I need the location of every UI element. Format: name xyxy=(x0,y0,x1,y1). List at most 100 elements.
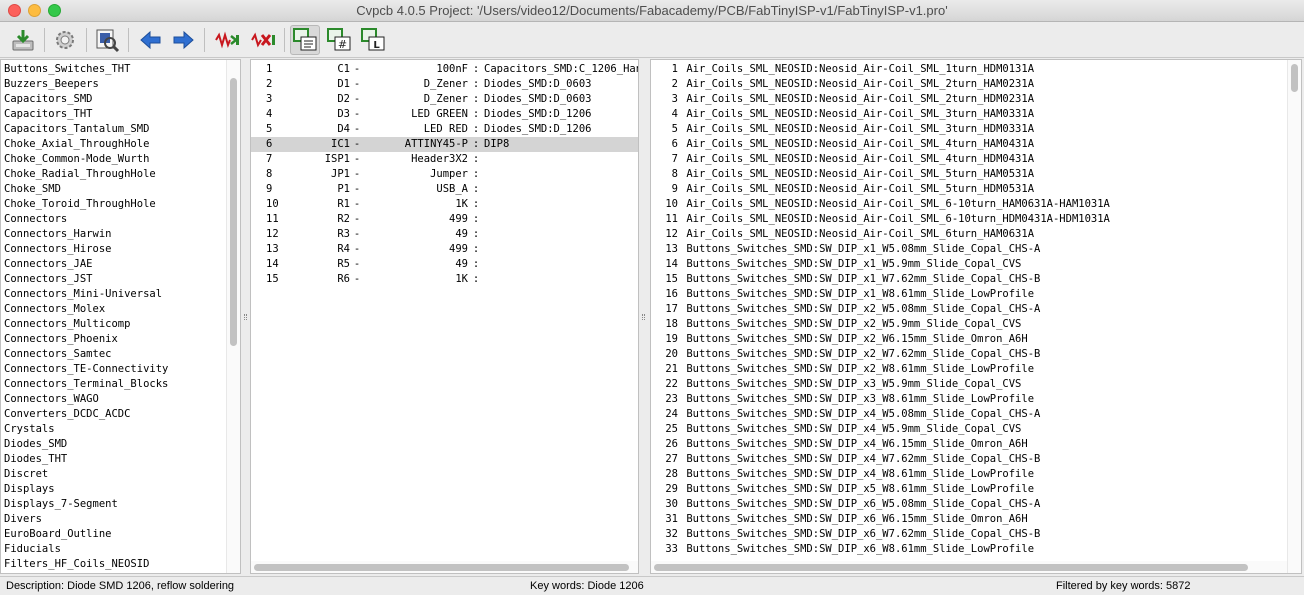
library-item[interactable]: Buzzers_Beepers xyxy=(1,77,240,92)
library-item[interactable]: Connectors_TE-Connectivity xyxy=(1,362,240,377)
component-row[interactable]: 2 D1- D_Zener: Diodes_SMD:D_0603 xyxy=(251,77,638,92)
footprint-item[interactable]: 12 Air_Coils_SML_NEOSID:Neosid_Air-Coil_… xyxy=(651,227,1301,242)
footprint-item[interactable]: 18 Buttons_Switches_SMD:SW_DIP_x2_W5.9mm… xyxy=(651,317,1301,332)
component-row[interactable]: 6 IC1- ATTINY45-P: DIP8 xyxy=(251,137,638,152)
footprint-item[interactable]: 22 Buttons_Switches_SMD:SW_DIP_x3_W5.9mm… xyxy=(651,377,1301,392)
auto-associate-button[interactable] xyxy=(212,25,242,55)
library-item[interactable]: Connectors_WAGO xyxy=(1,392,240,407)
library-item[interactable]: Converters_DCDC_ACDC xyxy=(1,407,240,422)
save-netlist-button[interactable] xyxy=(8,25,38,55)
footprint-item[interactable]: 9 Air_Coils_SML_NEOSID:Neosid_Air-Coil_S… xyxy=(651,182,1301,197)
footprint-item[interactable]: 20 Buttons_Switches_SMD:SW_DIP_x2_W7.62m… xyxy=(651,347,1301,362)
view-footprint-button[interactable] xyxy=(92,25,122,55)
library-item[interactable]: Capacitors_SMD xyxy=(1,92,240,107)
component-hscroll-thumb[interactable] xyxy=(254,564,629,571)
component-row[interactable]: 9 P1- USB_A: xyxy=(251,182,638,197)
component-row[interactable]: 15 R6- 1K: xyxy=(251,272,638,287)
footprint-item[interactable]: 2 Air_Coils_SML_NEOSID:Neosid_Air-Coil_S… xyxy=(651,77,1301,92)
footprint-list[interactable]: 1 Air_Coils_SML_NEOSID:Neosid_Air-Coil_S… xyxy=(650,59,1302,574)
filter-library-button[interactable]: L xyxy=(358,25,388,55)
footprint-item[interactable]: 7 Air_Coils_SML_NEOSID:Neosid_Air-Coil_S… xyxy=(651,152,1301,167)
right-splitter[interactable] xyxy=(639,59,648,574)
component-row[interactable]: 12 R3- 49: xyxy=(251,227,638,242)
library-item[interactable]: Choke_Radial_ThroughHole xyxy=(1,167,240,182)
footprint-item[interactable]: 23 Buttons_Switches_SMD:SW_DIP_x3_W8.61m… xyxy=(651,392,1301,407)
component-list[interactable]: 1C1-100nF:Capacitors_SMD:C_1206_HandSold… xyxy=(250,59,639,574)
component-row[interactable]: 13 R4- 499: xyxy=(251,242,638,257)
library-item[interactable]: Fiducials xyxy=(1,542,240,557)
component-hscrollbar[interactable] xyxy=(251,561,638,573)
footprint-item[interactable]: 10 Air_Coils_SML_NEOSID:Neosid_Air-Coil_… xyxy=(651,197,1301,212)
footprint-item[interactable]: 19 Buttons_Switches_SMD:SW_DIP_x2_W6.15m… xyxy=(651,332,1301,347)
library-item[interactable]: Displays_7-Segment xyxy=(1,497,240,512)
library-item[interactable]: Choke_Toroid_ThroughHole xyxy=(1,197,240,212)
library-item[interactable]: Connectors_Molex xyxy=(1,302,240,317)
footprint-item[interactable]: 11 Air_Coils_SML_NEOSID:Neosid_Air-Coil_… xyxy=(651,212,1301,227)
component-row[interactable]: 1 C1- 100nF: Capacitors_SMD:C_1206_HandSold… xyxy=(251,62,638,77)
library-item[interactable]: Connectors_Multicomp xyxy=(1,317,240,332)
library-item[interactable]: Connectors_Phoenix xyxy=(1,332,240,347)
component-row[interactable]: 4 D3- LED GREEN: Diodes_SMD:D_1206 xyxy=(251,107,638,122)
footprint-item[interactable]: 3 Air_Coils_SML_NEOSID:Neosid_Air-Coil_S… xyxy=(651,92,1301,107)
library-item[interactable]: Buttons_Switches_THT xyxy=(1,62,240,77)
library-scrollbar[interactable] xyxy=(226,60,240,573)
library-item[interactable]: Connectors_Hirose xyxy=(1,242,240,257)
left-splitter[interactable] xyxy=(241,59,250,574)
component-row[interactable]: 7 ISP1- Header3X2: xyxy=(251,152,638,167)
footprint-item[interactable]: 4 Air_Coils_SML_NEOSID:Neosid_Air-Coil_S… xyxy=(651,107,1301,122)
library-item[interactable]: Discret xyxy=(1,467,240,482)
library-item[interactable]: Connectors_JST xyxy=(1,272,240,287)
footprint-item[interactable]: 30 Buttons_Switches_SMD:SW_DIP_x6_W5.08m… xyxy=(651,497,1301,512)
component-row[interactable]: 10 R1- 1K: xyxy=(251,197,638,212)
footprint-item[interactable]: 5 Air_Coils_SML_NEOSID:Neosid_Air-Coil_S… xyxy=(651,122,1301,137)
footprint-scroll-thumb[interactable] xyxy=(1291,64,1298,92)
library-list[interactable]: Buttons_Switches_THT Buzzers_Beepers Capac… xyxy=(0,59,241,574)
component-row[interactable]: 8 JP1- Jumper: xyxy=(251,167,638,182)
footprint-item[interactable]: 1 Air_Coils_SML_NEOSID:Neosid_Air-Coil_S… xyxy=(651,62,1301,77)
component-row[interactable]: 5 D4- LED RED: Diodes_SMD:D_1206 xyxy=(251,122,638,137)
footprint-scrollbar[interactable] xyxy=(1287,60,1301,573)
library-item[interactable]: Choke_Common-Mode_Wurth xyxy=(1,152,240,167)
footprint-item[interactable]: 29 Buttons_Switches_SMD:SW_DIP_x5_W8.61m… xyxy=(651,482,1301,497)
previous-button[interactable] xyxy=(136,25,166,55)
library-scroll-thumb[interactable] xyxy=(230,78,237,346)
footprint-item[interactable]: 32 Buttons_Switches_SMD:SW_DIP_x6_W7.62m… xyxy=(651,527,1301,542)
settings-button[interactable] xyxy=(50,25,80,55)
component-row[interactable]: 11 R2- 499: xyxy=(251,212,638,227)
footprint-hscrollbar[interactable] xyxy=(651,561,1287,573)
library-item[interactable]: Connectors_Samtec xyxy=(1,347,240,362)
footprint-item[interactable]: 31 Buttons_Switches_SMD:SW_DIP_x6_W6.15m… xyxy=(651,512,1301,527)
footprint-item[interactable]: 25 Buttons_Switches_SMD:SW_DIP_x4_W5.9mm… xyxy=(651,422,1301,437)
footprint-item[interactable]: 26 Buttons_Switches_SMD:SW_DIP_x4_W6.15m… xyxy=(651,437,1301,452)
filter-keywords-button[interactable] xyxy=(290,25,320,55)
library-item[interactable]: Diodes_SMD xyxy=(1,437,240,452)
library-item[interactable]: Choke_SMD xyxy=(1,182,240,197)
component-row[interactable]: 14 R5- 49: xyxy=(251,257,638,272)
library-item[interactable]: Connectors_Terminal_Blocks xyxy=(1,377,240,392)
library-item[interactable]: Divers xyxy=(1,512,240,527)
footprint-item[interactable]: 28 Buttons_Switches_SMD:SW_DIP_x4_W8.61m… xyxy=(651,467,1301,482)
footprint-item[interactable]: 14 Buttons_Switches_SMD:SW_DIP_x1_W5.9mm… xyxy=(651,257,1301,272)
footprint-item[interactable]: 8 Air_Coils_SML_NEOSID:Neosid_Air-Coil_S… xyxy=(651,167,1301,182)
footprint-item[interactable]: 33 Buttons_Switches_SMD:SW_DIP_x6_W8.61m… xyxy=(651,542,1301,557)
next-button[interactable] xyxy=(168,25,198,55)
library-item[interactable]: Capacitors_Tantalum_SMD xyxy=(1,122,240,137)
footprint-item[interactable]: 27 Buttons_Switches_SMD:SW_DIP_x4_W7.62m… xyxy=(651,452,1301,467)
footprint-item[interactable]: 24 Buttons_Switches_SMD:SW_DIP_x4_W5.08m… xyxy=(651,407,1301,422)
library-item[interactable]: Choke_Axial_ThroughHole xyxy=(1,137,240,152)
library-item[interactable]: Filters_HF_Coils_NEOSID xyxy=(1,557,240,572)
library-item[interactable]: Connectors_JAE xyxy=(1,257,240,272)
delete-associations-button[interactable] xyxy=(248,25,278,55)
library-item[interactable]: Diodes_THT xyxy=(1,452,240,467)
footprint-item[interactable]: 16 Buttons_Switches_SMD:SW_DIP_x1_W8.61m… xyxy=(651,287,1301,302)
component-row[interactable]: 3 D2- D_Zener: Diodes_SMD:D_0603 xyxy=(251,92,638,107)
library-item[interactable]: Capacitors_THT xyxy=(1,107,240,122)
footprint-item[interactable]: 17 Buttons_Switches_SMD:SW_DIP_x2_W5.08m… xyxy=(651,302,1301,317)
library-item[interactable]: Crystals xyxy=(1,422,240,437)
library-item[interactable]: Connectors xyxy=(1,212,240,227)
library-item[interactable]: Displays xyxy=(1,482,240,497)
footprint-hscroll-thumb[interactable] xyxy=(654,564,1248,571)
footprint-item[interactable]: 6 Air_Coils_SML_NEOSID:Neosid_Air-Coil_S… xyxy=(651,137,1301,152)
library-item[interactable]: Connectors_Harwin xyxy=(1,227,240,242)
library-item[interactable]: EuroBoard_Outline xyxy=(1,527,240,542)
